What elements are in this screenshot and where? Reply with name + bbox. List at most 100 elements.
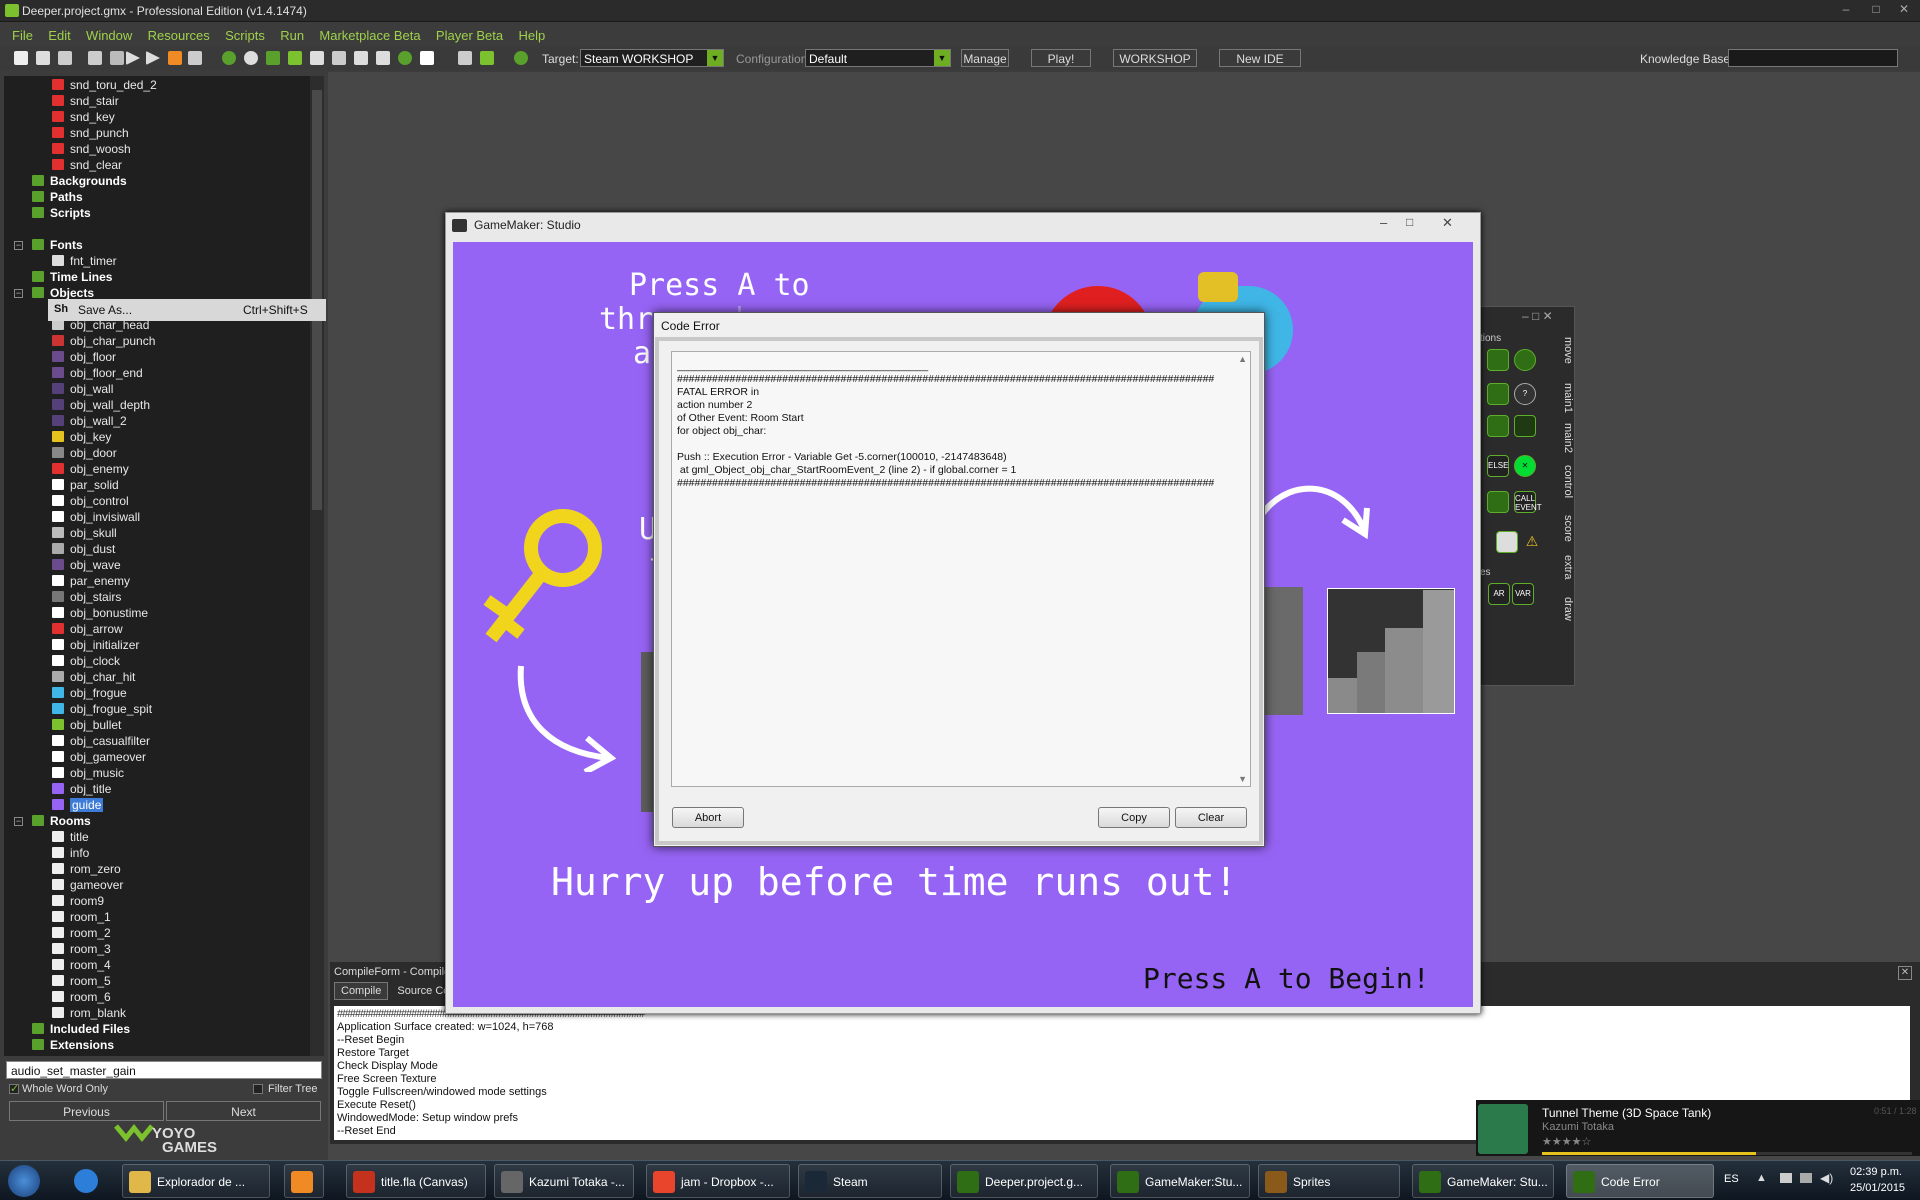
tree-item-sound[interactable]: snd_clear [52, 158, 122, 174]
tree-item-object[interactable]: guide [52, 798, 104, 814]
language-indicator[interactable]: ES [1724, 1173, 1739, 1185]
tree-item-font[interactable]: fnt_timer [52, 254, 117, 270]
tree-item-sound[interactable]: snd_stair [52, 94, 119, 110]
taskbar-task[interactable]: Sprites [1258, 1164, 1400, 1198]
tree-item-object[interactable]: obj_casualfilter [52, 734, 150, 750]
game-close-button[interactable]: ✕ [1442, 215, 1453, 231]
minimize-button[interactable]: – [1836, 2, 1856, 18]
collapse-toggle-icon[interactable]: − [14, 289, 23, 298]
repeat-action-icon[interactable] [1487, 491, 1509, 513]
target-select[interactable]: Steam WORKSHOP ▼ [580, 49, 724, 67]
collapse-toggle-icon[interactable]: − [14, 241, 23, 250]
tab-main2[interactable]: main2 [1558, 423, 1574, 453]
exit-event-icon[interactable]: ✕ [1514, 455, 1536, 477]
network-icon[interactable] [1800, 1173, 1812, 1183]
open-project-icon[interactable] [36, 51, 50, 65]
create-background-icon[interactable] [266, 51, 280, 65]
abort-button[interactable]: Abort [672, 807, 744, 828]
create-font-icon[interactable] [354, 51, 368, 65]
actions-panel-controls[interactable]: – □ ✕ [1522, 309, 1553, 323]
move-green-icon[interactable] [1514, 349, 1536, 371]
create-sprite-icon[interactable] [222, 51, 236, 65]
taskbar-task[interactable]: title.fla (Canvas) [346, 1164, 486, 1198]
tree-item-room[interactable]: room_5 [52, 974, 111, 990]
tree-item-object[interactable]: obj_arrow [52, 622, 123, 638]
tree-item-room[interactable]: gameover [52, 878, 123, 894]
global-settings-icon[interactable] [480, 51, 494, 65]
next-button[interactable]: Next [166, 1101, 321, 1121]
tree-item-object[interactable]: obj_wall [52, 382, 113, 398]
else-action[interactable]: ELSE [1487, 455, 1509, 477]
tab-main1[interactable]: main1 [1558, 383, 1574, 413]
tree-item-room[interactable]: room9 [52, 894, 104, 910]
new-project-icon[interactable] [14, 51, 28, 65]
tree-item-object[interactable]: par_solid [52, 478, 119, 494]
game-info-icon[interactable] [458, 51, 472, 65]
create-executable-icon[interactable] [88, 51, 102, 65]
tree-item-object[interactable]: obj_wall_depth [52, 398, 150, 414]
save-project-icon[interactable] [58, 51, 72, 65]
manage-button[interactable]: Manage [961, 49, 1009, 67]
tree-item-object[interactable]: obj_floor_end [52, 366, 143, 382]
create-room-icon[interactable] [420, 51, 434, 65]
now-playing-widget[interactable]: Tunnel Theme (3D Space Tank) Kazumi Tota… [1476, 1100, 1920, 1156]
tree-item-object[interactable]: obj_initializer [52, 638, 139, 654]
warning-icon[interactable]: ⚠ [1521, 531, 1543, 553]
tree-item-object[interactable]: obj_stairs [52, 590, 121, 606]
start-button[interactable] [8, 1165, 40, 1197]
tree-item-object[interactable]: obj_door [52, 446, 117, 462]
close-button[interactable]: ✕ [1894, 2, 1914, 18]
stop-icon[interactable] [168, 51, 182, 65]
run-icon[interactable] [126, 51, 140, 65]
tree-item-sound[interactable]: snd_key [52, 110, 115, 126]
tree-item-room[interactable]: room_2 [52, 926, 111, 942]
tree-item-room[interactable]: room_1 [52, 910, 111, 926]
tree-item-object[interactable]: obj_floor [52, 350, 116, 366]
tree-scrollbar[interactable] [310, 76, 324, 1056]
menu-resources[interactable]: Resources [148, 28, 210, 43]
tree-item-object[interactable]: obj_control [52, 494, 129, 510]
tree-item-object[interactable]: obj_gameover [52, 750, 146, 766]
taskbar-task[interactable] [284, 1164, 324, 1198]
publish-icon[interactable] [110, 51, 124, 65]
knowledge-base-input[interactable] [1728, 49, 1898, 67]
menu-run[interactable]: Run [280, 28, 304, 43]
workshop-button[interactable]: WORKSHOP [1113, 49, 1197, 67]
tree-item-sound[interactable]: snd_woosh [52, 142, 131, 158]
settings-action-icon[interactable] [1487, 383, 1509, 405]
filter-tree-checkbox[interactable] [253, 1084, 263, 1094]
tree-folder-included-files[interactable]: Included Files [32, 1022, 130, 1038]
tree-item-object[interactable]: obj_frogue_spit [52, 702, 152, 718]
tree-folder-paths[interactable]: Paths [32, 190, 83, 206]
tree-item-object[interactable]: obj_key [52, 430, 111, 446]
taskbar-task[interactable]: jam - Dropbox -... [646, 1164, 790, 1198]
play-button[interactable]: Play! [1031, 49, 1091, 67]
tree-item-object[interactable]: obj_dust [52, 542, 115, 558]
grid-action-icon[interactable] [1514, 415, 1536, 437]
tree-item-object[interactable]: obj_music [52, 766, 124, 782]
tree-folder-timelines[interactable]: Time Lines [32, 270, 112, 286]
previous-button[interactable]: Previous [9, 1101, 164, 1121]
maximize-button[interactable]: □ [1866, 2, 1886, 18]
tree-item-room[interactable]: info [52, 846, 89, 862]
internet-explorer-icon[interactable] [74, 1169, 98, 1193]
save-as-menu-item[interactable]: Save As... [78, 303, 132, 317]
menu-file[interactable]: File [12, 28, 33, 43]
configuration-select[interactable]: Default ▼ [805, 49, 951, 67]
tab-extra[interactable]: extra [1558, 555, 1574, 579]
clock-time[interactable]: 02:39 p.m. [1850, 1166, 1902, 1178]
taskbar-task[interactable]: GameMaker:Stu... [1110, 1164, 1250, 1198]
tree-item-object[interactable]: obj_invisiwall [52, 510, 140, 526]
new-ide-button[interactable]: New IDE [1219, 49, 1301, 67]
tree-folder-fonts[interactable]: Fonts [32, 238, 83, 254]
game-maximize-button[interactable]: □ [1406, 215, 1413, 229]
call-event-action[interactable]: CALL EVENT [1514, 491, 1542, 513]
var-action[interactable]: VAR [1512, 583, 1534, 605]
tree-item-object[interactable]: obj_wave [52, 558, 121, 574]
tab-score[interactable]: score [1558, 515, 1574, 542]
tree-item-sound[interactable]: snd_toru_ded_2 [52, 78, 157, 94]
tree-folder-backgrounds[interactable]: Backgrounds [32, 174, 127, 190]
taskbar-task[interactable]: Kazumi Totaka -... [494, 1164, 634, 1198]
tab-draw[interactable]: draw [1558, 597, 1574, 621]
tree-item-object[interactable]: obj_title [52, 782, 111, 798]
